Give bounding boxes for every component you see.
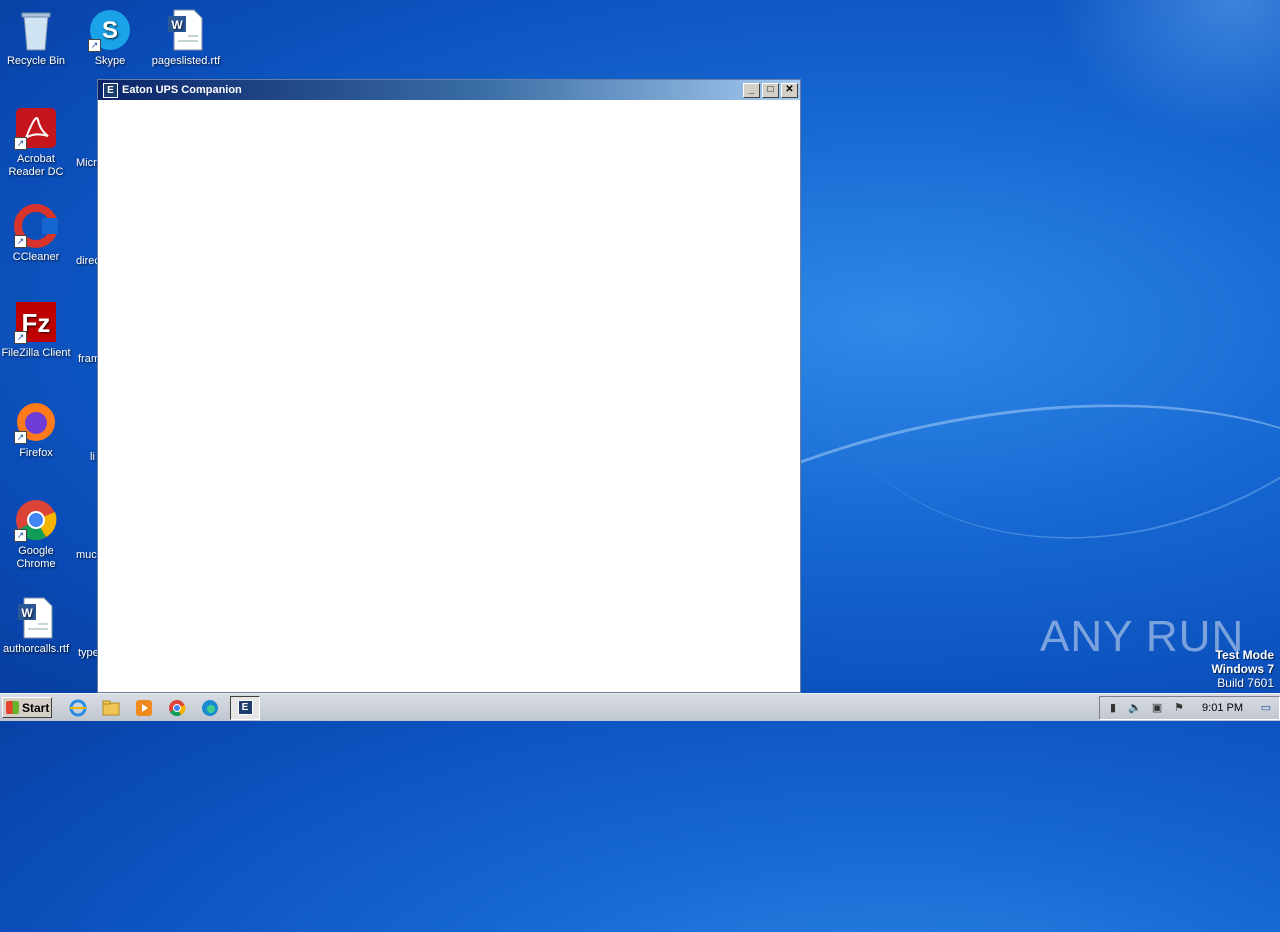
taskbar: Start E ▮ 🔈 ▣ ⚑ 9:01 PM ▭ [0,693,1280,721]
desktop-icon-label: FileZilla Client [1,347,71,359]
desktop-icon-label: pageslisted.rtf [151,55,221,67]
window-client-area [98,100,800,692]
windows-flag-icon [6,701,19,714]
desktop-icon-chrome[interactable]: ↗ Google Chrome [0,498,74,571]
desktop-icon-label: Recycle Bin [6,55,66,67]
desktop-icon-label: Skype [94,55,126,67]
build-label: Build 7601 [1217,676,1274,690]
show-desktop-icon[interactable]: ▭ [1259,701,1273,715]
partial-icon-label: li [90,451,95,463]
minimize-button[interactable]: _ [743,82,760,98]
system-tray: ▮ 🔈 ▣ ⚑ 9:01 PM ▭ [1099,695,1280,720]
partial-icon-label: type [78,647,99,659]
svg-text:S: S [102,17,118,44]
start-button[interactable]: Start [2,697,52,718]
window-titlebar[interactable]: E Eaton UPS Companion _ □ ✕ [98,80,800,100]
battery-icon[interactable]: ▮ [1106,701,1120,715]
volume-icon[interactable]: 🔈 [1128,701,1142,715]
media-player-icon[interactable] [132,697,156,719]
test-mode-notice: Test Mode Windows 7 Build 7601 [1211,648,1274,690]
shortcut-arrow-icon: ↗ [14,235,27,248]
desktop-icon-label: Firefox [19,447,53,459]
desktop-icon-skype[interactable]: S ↗ Skype [72,8,148,68]
action-center-flag-icon[interactable]: ⚑ [1172,701,1186,715]
shortcut-arrow-icon: ↗ [14,137,27,150]
maximize-button[interactable]: □ [762,82,779,98]
window-title: Eaton UPS Companion [122,84,242,96]
file-explorer-icon[interactable] [99,697,123,719]
desktop-icon-acrobat[interactable]: ↗ Acrobat Reader DC [0,106,74,179]
svg-text:W: W [171,18,183,32]
shortcut-arrow-icon: ↗ [14,529,27,542]
desktop-icon-filezilla[interactable]: Fz ↗ FileZilla Client [0,300,74,360]
shortcut-arrow-icon: ↗ [14,331,27,344]
desktop-icon-authorcalls[interactable]: W authorcalls.rtf [0,596,74,656]
eaton-app-icon: E [103,82,118,98]
desktop-icon-recycle-bin[interactable]: Recycle Bin [0,8,74,68]
desktop-icon-pageslisted[interactable]: W pageslisted.rtf [148,8,224,68]
eaton-app-icon: E [237,700,253,715]
word-document-icon: W [164,8,208,52]
skype-icon: S ↗ [88,8,132,52]
internet-explorer-icon[interactable] [66,697,90,719]
chrome-icon: ↗ [14,498,58,542]
desktop-icon-firefox[interactable]: ↗ Firefox [0,400,74,460]
os-version-label: Windows 7 [1211,662,1274,676]
clock[interactable]: 9:01 PM [1202,702,1243,714]
desktop-icon-label: Google Chrome [16,545,56,570]
desktop-icon-label: Acrobat Reader DC [8,153,64,178]
svg-text:W: W [21,606,33,620]
ccleaner-icon: ↗ [14,204,58,248]
chrome-icon[interactable] [165,697,189,719]
close-button[interactable]: ✕ [781,82,798,98]
start-label: Start [22,700,50,715]
word-document-icon: W [14,596,58,640]
shortcut-arrow-icon: ↗ [88,39,101,52]
edge-icon[interactable] [198,697,222,719]
desktop-icon-label: CCleaner [12,251,60,263]
recycle-bin-icon [14,8,58,52]
desktop-icon-ccleaner[interactable]: ↗ CCleaner [0,204,74,264]
firefox-icon: ↗ [14,400,58,444]
app-window: E Eaton UPS Companion _ □ ✕ [97,79,801,693]
test-mode-label: Test Mode [1215,648,1274,662]
desktop-icon-label: authorcalls.rtf [2,643,70,655]
network-icon[interactable]: ▣ [1150,701,1164,715]
shortcut-arrow-icon: ↗ [14,431,27,444]
filezilla-icon: Fz ↗ [14,300,58,344]
acrobat-reader-icon: ↗ [14,106,58,150]
taskbar-eaton-button[interactable]: E [230,695,260,720]
